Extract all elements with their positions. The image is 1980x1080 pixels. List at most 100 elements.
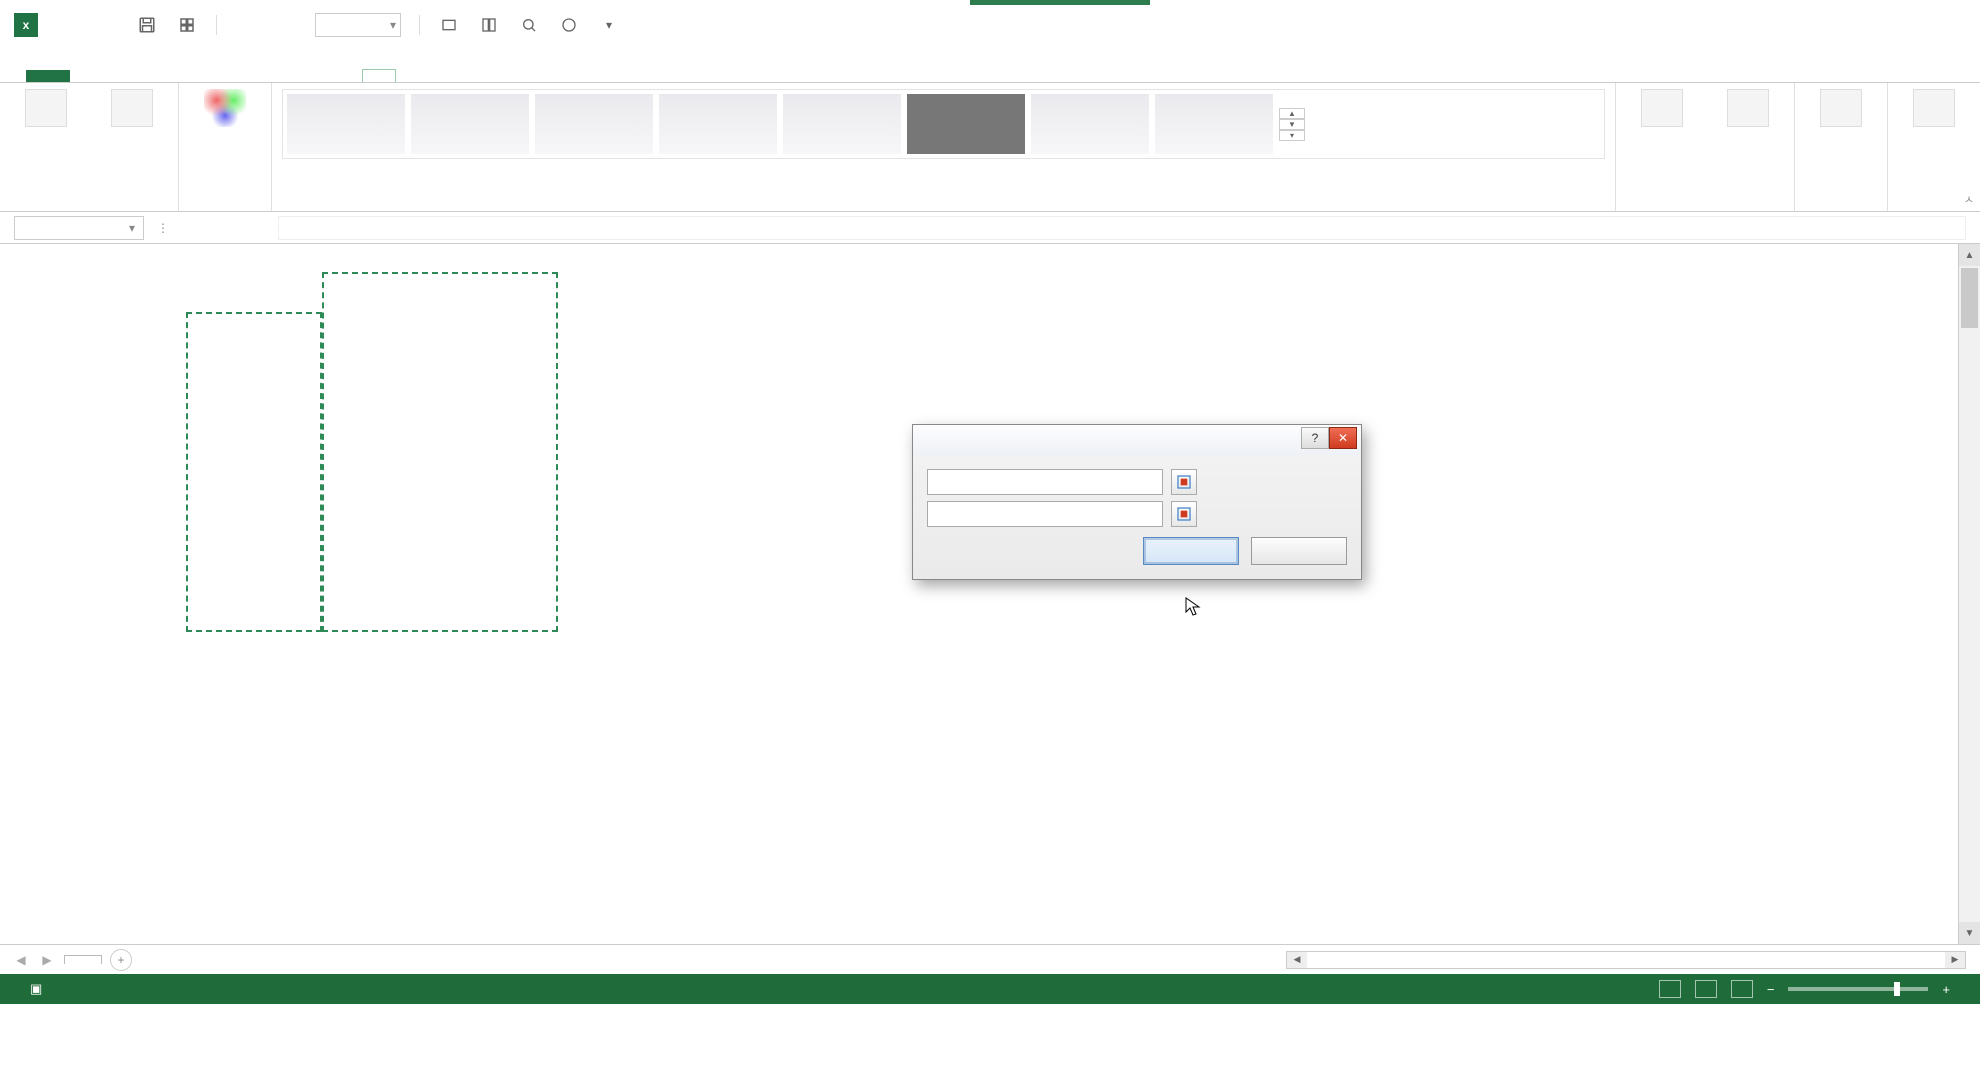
sheet-nav-prev-icon[interactable]: ◀ <box>12 953 30 967</box>
tab-formulas[interactable] <box>182 70 214 82</box>
copy-marquee <box>322 272 558 632</box>
tab-page-layout[interactable] <box>146 70 178 82</box>
style-thumb[interactable] <box>535 94 653 154</box>
style-thumb-selected[interactable] <box>907 94 1025 154</box>
insert-function-button[interactable] <box>246 216 272 240</box>
group-label <box>282 207 1605 209</box>
cancel-button[interactable] <box>1251 537 1347 565</box>
move-chart-button[interactable] <box>1898 89 1970 131</box>
change-chart-type-button[interactable] <box>1805 89 1877 131</box>
sheet-nav-next-icon[interactable]: ▶ <box>38 953 56 967</box>
collapse-ribbon-icon[interactable]: ㅅ <box>1964 191 1974 207</box>
group-label <box>1626 207 1784 209</box>
chart-tools-accent <box>970 0 1150 5</box>
tab-insert[interactable] <box>110 70 142 82</box>
font-grow-icon[interactable] <box>235 14 257 36</box>
dialog-help-button[interactable]: ? <box>1301 427 1329 449</box>
edit-series-dialog: ? ✕ <box>912 424 1362 580</box>
tab-developer[interactable] <box>326 70 358 82</box>
range-picker-icon[interactable] <box>1171 469 1197 495</box>
zoom-slider[interactable] <box>1788 987 1928 991</box>
switch-row-column-button[interactable] <box>1626 89 1698 131</box>
minimize-icon[interactable] <box>1862 16 1880 34</box>
font-shrink-icon[interactable] <box>275 14 297 36</box>
title-bar: x ▾ ▾ <box>0 0 1980 50</box>
change-colors-button[interactable] <box>189 89 261 131</box>
formula-bar: ▾ ⋮ <box>0 212 1980 244</box>
group-chart-layouts <box>0 83 179 211</box>
formula-input[interactable] <box>278 216 1966 240</box>
dialog-titlebar[interactable]: ? ✕ <box>913 425 1361 455</box>
tab-design[interactable] <box>362 69 396 82</box>
style-thumb[interactable] <box>287 94 405 154</box>
qa-icon-4[interactable] <box>558 14 580 36</box>
group-change-colors <box>179 83 272 211</box>
touch-mode-icon[interactable] <box>176 14 198 36</box>
horizontal-scrollbar[interactable]: ◀▶ <box>1286 951 1966 969</box>
excel-icon: x <box>14 13 38 37</box>
group-label <box>1898 207 1970 209</box>
tab-format[interactable] <box>400 70 432 82</box>
sheet-tab-active[interactable] <box>64 955 102 964</box>
sheet-tab-bar: ◀ ▶ + ◀▶ <box>0 944 1980 974</box>
ribbon: ▲▼▾ ㅅ <box>0 82 1980 212</box>
qa-icon-2[interactable] <box>478 14 500 36</box>
qa-icon-1[interactable] <box>438 14 460 36</box>
group-data <box>1616 83 1795 211</box>
dialog-close-button[interactable]: ✕ <box>1329 427 1357 449</box>
scroll-down-icon[interactable]: ▼ <box>1959 922 1980 944</box>
cancel-formula-button[interactable] <box>182 216 208 240</box>
tab-review[interactable] <box>254 70 286 82</box>
scroll-right-icon[interactable]: ▶ <box>1945 952 1965 968</box>
name-box[interactable]: ▾ <box>14 216 144 240</box>
qa-more-icon[interactable]: ▾ <box>598 14 620 36</box>
group-type <box>1795 83 1888 211</box>
add-chart-element-button[interactable] <box>10 89 82 131</box>
gallery-spinner[interactable]: ▲▼▾ <box>1279 108 1305 141</box>
range-picker-icon[interactable] <box>1171 501 1197 527</box>
style-thumb[interactable] <box>1031 94 1149 154</box>
column-headers[interactable] <box>0 244 1980 272</box>
view-page-layout-icon[interactable] <box>1695 980 1717 998</box>
tab-file[interactable] <box>26 70 70 82</box>
enter-formula-button[interactable] <box>214 216 240 240</box>
scroll-left-icon[interactable]: ◀ <box>1287 952 1307 968</box>
macro-record-icon[interactable]: ▣ <box>30 981 42 997</box>
vertical-scrollbar[interactable]: ▲ ▼ <box>1958 244 1980 944</box>
qa-icon-3[interactable] <box>518 14 540 36</box>
ribbon-display-icon[interactable] <box>1818 16 1836 34</box>
zoom-out-icon[interactable]: − <box>1767 982 1775 997</box>
view-normal-icon[interactable] <box>1659 980 1681 998</box>
help-icon[interactable] <box>1774 16 1792 34</box>
scroll-up-icon[interactable]: ▲ <box>1959 244 1980 266</box>
series-name-input[interactable] <box>927 469 1163 495</box>
ribbon-tabs <box>0 50 1980 82</box>
save-icon[interactable] <box>136 14 158 36</box>
quick-layout-button[interactable] <box>96 89 168 131</box>
tab-data[interactable] <box>218 70 250 82</box>
group-label <box>10 207 168 209</box>
copy-marquee-b <box>186 312 322 632</box>
undo-icon[interactable] <box>56 14 78 36</box>
chart-styles-gallery[interactable]: ▲▼▾ <box>282 89 1605 159</box>
close-icon[interactable] <box>1950 16 1968 34</box>
status-bar: ▣ − + <box>0 974 1980 1004</box>
select-data-button[interactable] <box>1712 89 1784 131</box>
style-thumb[interactable] <box>411 94 529 154</box>
redo-icon[interactable] <box>96 14 118 36</box>
style-thumb[interactable] <box>783 94 901 154</box>
add-sheet-button[interactable]: + <box>110 949 132 971</box>
maximize-icon[interactable] <box>1906 16 1924 34</box>
view-page-break-icon[interactable] <box>1731 980 1753 998</box>
ok-button[interactable] <box>1143 537 1239 565</box>
tab-view[interactable] <box>290 70 322 82</box>
formula-separator: ⋮ <box>150 216 176 240</box>
style-thumb[interactable] <box>659 94 777 154</box>
group-chart-styles: ▲▼▾ <box>272 83 1616 211</box>
style-thumb[interactable] <box>1155 94 1273 154</box>
zoom-in-icon[interactable]: + <box>1942 982 1950 997</box>
series-values-input[interactable] <box>927 501 1163 527</box>
tab-home[interactable] <box>74 70 106 82</box>
worksheet[interactable]: ? ✕ <box>0 244 1980 944</box>
font-combo[interactable]: ▾ <box>315 13 401 37</box>
